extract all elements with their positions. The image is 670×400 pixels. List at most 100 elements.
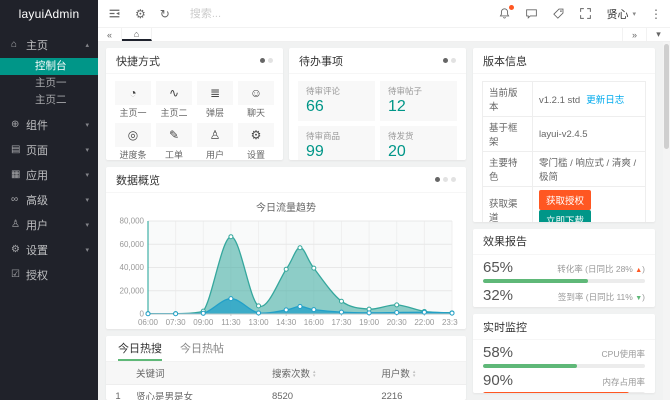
- sidebar-item-settings[interactable]: ⚙ 设置 ▾: [0, 237, 98, 262]
- traffic-trend-chart: 020,00040,00060,00080,00006:0007:3009:00…: [114, 216, 458, 328]
- tabs-spacer: [152, 28, 622, 41]
- svg-text:13:00: 13:00: [249, 318, 270, 327]
- more-vertical-icon[interactable]: ⋮: [650, 7, 662, 21]
- messages-icon[interactable]: [525, 7, 538, 20]
- svg-text:11:30: 11:30: [221, 318, 241, 327]
- todo-tile-comments[interactable]: 待审评论66: [298, 81, 375, 121]
- card-title: 快捷方式: [116, 53, 160, 69]
- todo-card: 待办事项 待审评论66 待审帖子12 待审商品99 待发货20: [289, 48, 466, 160]
- metric-percent: 58%: [483, 344, 513, 361]
- sidebar-item-home[interactable]: ⌂ 主页 ▴: [0, 32, 98, 57]
- auth-icon: ☑: [11, 269, 26, 280]
- card-title: 待办事项: [299, 53, 343, 69]
- carousel-dots[interactable]: [260, 58, 273, 63]
- chevron-down-icon: ▾: [85, 121, 89, 129]
- username: 贤心: [606, 6, 628, 22]
- realtime-monitor-card: 实时监控 58% CPU使用率 90% 内存占用率: [473, 314, 655, 393]
- sidebar-item-homepage2[interactable]: 主页二: [0, 92, 98, 109]
- progress-bar: [483, 392, 645, 393]
- shortcut-workorder[interactable]: ✎工单: [156, 123, 192, 160]
- tabs-scroll-right-button[interactable]: »: [622, 28, 646, 41]
- shortcut-homepage1[interactable]: ◔主页一: [115, 81, 151, 118]
- shortcut-homepage2[interactable]: ∿主页二: [156, 81, 192, 118]
- todo-tile-posts[interactable]: 待审帖子12: [380, 81, 457, 121]
- sidebar-item-component[interactable]: ⊕ 组件 ▾: [0, 112, 98, 137]
- tab-today-hot-posts[interactable]: 今日热帖: [180, 336, 224, 361]
- sidebar: layuiAdmin ⌂ 主页 ▴ 控制台 主页一 主页二 ⊕ 组件 ▾ ▤ 页…: [0, 0, 98, 400]
- svg-text:23:30: 23:30: [442, 318, 458, 327]
- sidebar-item-user[interactable]: ♙ 用户 ▾: [0, 212, 98, 237]
- tab-today-hot-search[interactable]: 今日热搜: [118, 336, 162, 361]
- version-row-framework: 基于框架 layui-v2.4.5: [483, 117, 646, 152]
- component-icon: ⊕: [11, 119, 26, 130]
- sort-icon[interactable]: ▴▾: [313, 370, 316, 378]
- app-logo: layuiAdmin: [0, 0, 98, 28]
- cell-rank: 1: [106, 385, 130, 400]
- sidebar-item-label: 设置: [26, 242, 85, 258]
- tab-home[interactable]: ⌂: [122, 28, 152, 41]
- sidebar-item-auth[interactable]: ☑ 授权: [0, 262, 98, 287]
- shortcut-chat[interactable]: ☺聊天: [238, 81, 274, 118]
- shortcut-progress[interactable]: ◎进度条: [115, 123, 151, 160]
- gear-icon[interactable]: ⚙: [135, 7, 146, 21]
- metric-label: 转化率 (日同比 28% ▲): [557, 263, 645, 275]
- chevron-down-icon: ▾: [85, 171, 89, 179]
- data-overview-card: 数据概览 今日流量趋势 020,00040,00060,00080,00006:…: [106, 167, 466, 329]
- card-title: 版本信息: [483, 53, 527, 69]
- notifications-bell-icon[interactable]: [498, 7, 511, 20]
- layui-admin-app: layuiAdmin ⌂ 主页 ▴ 控制台 主页一 主页二 ⊕ 组件 ▾ ▤ 页…: [0, 0, 670, 400]
- carousel-dots[interactable]: [435, 177, 456, 182]
- tabs-menu-button[interactable]: ▾: [646, 28, 670, 41]
- scrollbar-thumb[interactable]: [664, 44, 669, 149]
- sidebar-item-homepage1[interactable]: 主页一: [0, 75, 98, 92]
- card-title: 实时监控: [483, 319, 527, 335]
- home-icon: ⌂: [134, 29, 139, 39]
- column-header-keyword: 关键词: [130, 362, 266, 385]
- sidebar-item-senior[interactable]: ∞ 高级 ▾: [0, 187, 98, 212]
- metric-percent: 32%: [483, 287, 513, 304]
- sidebar-item-label: 主页: [26, 37, 85, 53]
- metric-signin-rate: 32% 签到率 (日同比 11% ▼): [483, 287, 645, 308]
- metric-percent: 65%: [483, 259, 513, 276]
- tabs-scroll-left-button[interactable]: «: [98, 28, 122, 41]
- progress-bar: [483, 364, 645, 368]
- svg-text:07:30: 07:30: [166, 318, 187, 327]
- version-value: v1.2.1 std: [539, 95, 580, 106]
- download-now-button[interactable]: 立即下载: [539, 210, 591, 222]
- refresh-icon[interactable]: ↻: [160, 7, 170, 21]
- gear-icon: ⚙: [11, 244, 26, 255]
- chevron-down-icon: ▾: [632, 10, 636, 18]
- sort-icon[interactable]: ▴▾: [413, 370, 416, 378]
- vertical-scrollbar[interactable]: [663, 42, 670, 400]
- fullscreen-icon[interactable]: [579, 7, 592, 20]
- shrink-menu-icon[interactable]: [108, 7, 121, 20]
- shortcut-user[interactable]: ♙用户: [197, 123, 233, 160]
- home-icon: ⌂: [11, 39, 26, 50]
- shortcut-settings[interactable]: ⚙设置: [238, 123, 274, 160]
- cell-keyword-link[interactable]: 贤心是男是女: [130, 385, 266, 400]
- changelog-link[interactable]: 更新日志: [586, 95, 624, 106]
- sidebar-item-label: 高级: [26, 192, 85, 208]
- svg-text:14:30: 14:30: [276, 318, 297, 327]
- chevron-down-icon: ▾: [85, 196, 89, 204]
- carousel-dots[interactable]: [443, 58, 456, 63]
- chat-smile-icon: ☺: [250, 86, 262, 100]
- tag-icon[interactable]: [552, 7, 565, 20]
- sidebar-item-page[interactable]: ▤ 页面 ▾: [0, 137, 98, 162]
- svg-text:19:00: 19:00: [359, 318, 380, 327]
- shortcut-layer[interactable]: ≣弹层: [197, 81, 233, 118]
- todo-tile-ship[interactable]: 待发货20: [380, 126, 457, 160]
- chevron-down-icon: ▾: [85, 146, 89, 154]
- column-header-searches: 搜索次数▴▾: [266, 362, 375, 385]
- get-license-button[interactable]: 获取授权: [539, 190, 591, 210]
- search-input[interactable]: [190, 8, 300, 20]
- todo-tile-goods[interactable]: 待审商品99: [298, 126, 375, 160]
- metric-percent: 90%: [483, 372, 513, 389]
- hot-search-table: 关键词 搜索次数▴▾ 用户数▴▾ 1 贤心是男是女 8520 2216: [106, 362, 466, 400]
- sidebar-item-console[interactable]: 控制台: [0, 58, 98, 75]
- user-menu[interactable]: 贤心 ▾: [606, 6, 636, 22]
- chevron-down-icon: ▾: [85, 246, 89, 254]
- svg-text:22:00: 22:00: [414, 318, 435, 327]
- metric-conversion-rate: 65% 转化率 (日同比 28% ▲): [483, 259, 645, 283]
- sidebar-item-app[interactable]: ▦ 应用 ▾: [0, 162, 98, 187]
